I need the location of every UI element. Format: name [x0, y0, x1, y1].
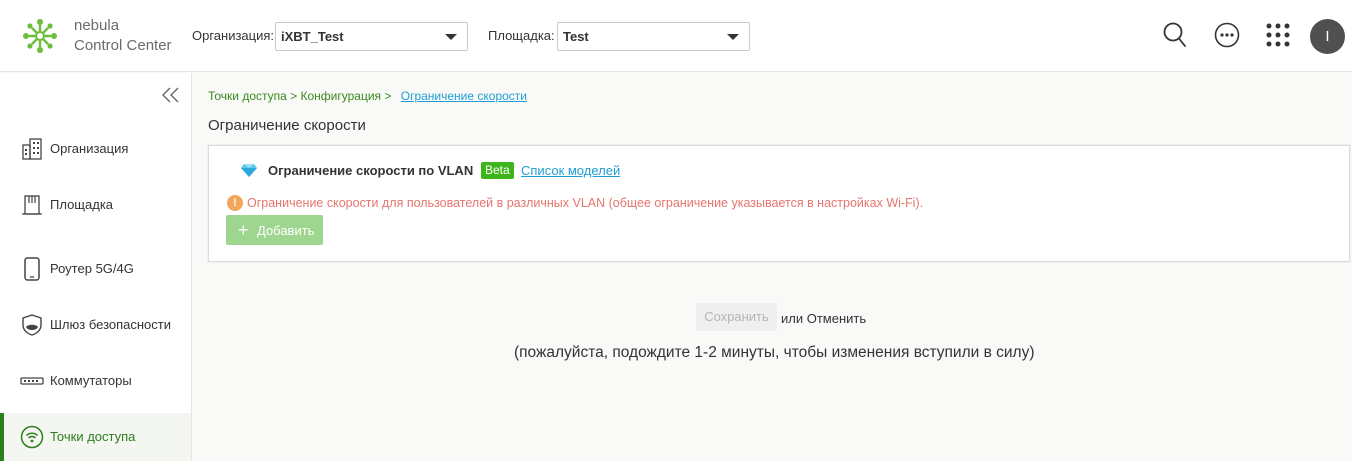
breadcrumb-current[interactable]: Ограничение скорости	[401, 89, 527, 103]
plus-icon: +	[238, 220, 249, 240]
beta-badge: Beta	[481, 162, 514, 179]
model-list-link[interactable]: Список моделей	[521, 163, 620, 178]
sidebar: Организация Площадка Роутер 5G/4G Шлюз б…	[0, 73, 192, 461]
diamond-icon	[241, 164, 257, 177]
breadcrumb-separator: >	[381, 89, 395, 103]
apps-grid-icon[interactable]	[1263, 20, 1293, 50]
nebula-logo-icon[interactable]	[22, 18, 58, 54]
search-icon[interactable]	[1160, 20, 1190, 50]
org-select-value: iXBT_Test	[281, 29, 344, 44]
org-select[interactable]: iXBT_Test	[275, 22, 468, 51]
warning-text: Ограничение скорости для пользователей в…	[247, 196, 924, 210]
switch-icon	[20, 377, 44, 385]
sidebar-item-organization[interactable]: Организация	[0, 125, 191, 173]
sidebar-item-router[interactable]: Роутер 5G/4G	[0, 245, 191, 293]
logo-line-1: nebula	[74, 17, 120, 34]
sidebar-item-switches[interactable]: Коммутаторы	[0, 357, 191, 405]
sidebar-item-label: Точки доступа	[50, 429, 136, 444]
sidebar-item-label: Шлюз безопасности	[50, 317, 172, 332]
add-button-label: Добавить	[257, 223, 315, 238]
add-button[interactable]: + Добавить	[226, 215, 323, 245]
sidebar-item-label: Организация	[50, 141, 129, 156]
card-title: Ограничение скорости по VLAN	[268, 163, 474, 178]
breadcrumb-separator: >	[286, 89, 301, 103]
collapse-sidebar-icon[interactable]	[162, 87, 180, 103]
vlan-rate-limit-card: Ограничение скорости по VLAN Beta Список…	[208, 145, 1350, 262]
breadcrumb-configuration[interactable]: Конфигурация	[301, 89, 382, 103]
chevron-down-icon	[727, 34, 739, 40]
shield-icon	[22, 314, 42, 336]
sidebar-item-security-gateway[interactable]: Шлюз безопасности	[0, 301, 191, 349]
site-label: Площадка:	[488, 28, 555, 43]
sidebar-item-site[interactable]: Площадка	[0, 181, 191, 229]
sidebar-item-access-points[interactable]: Точки доступа	[0, 413, 191, 461]
sidebar-item-label: Площадка	[50, 197, 114, 212]
save-button[interactable]: Сохранить	[696, 303, 777, 331]
page-title: Ограничение скорости	[208, 117, 366, 134]
chevron-down-icon	[445, 34, 457, 40]
site-icon	[22, 195, 42, 215]
app-logo-text: nebula Control Center	[74, 16, 172, 56]
more-options-icon[interactable]	[1212, 20, 1242, 50]
warning-icon: !	[227, 195, 243, 211]
logo-line-2: Control Center	[74, 37, 172, 54]
wifi-icon	[20, 425, 44, 449]
breadcrumb: Точки доступа > Конфигурация > Ограничен…	[208, 89, 527, 103]
wait-note: (пожалуйста, подождите 1-2 минуты, чтобы…	[514, 344, 1035, 361]
sidebar-item-label: Роутер 5G/4G	[50, 261, 134, 276]
breadcrumb-access-points[interactable]: Точки доступа	[208, 89, 287, 103]
site-select-value: Test	[563, 29, 589, 44]
sidebar-item-label: Коммутаторы	[50, 373, 132, 388]
building-icon	[22, 138, 42, 160]
site-select[interactable]: Test	[557, 22, 750, 51]
org-label: Организация:	[192, 28, 275, 43]
top-header: nebula Control Center Организация: iXBT_…	[0, 0, 1352, 72]
phone-router-icon	[24, 257, 40, 281]
user-avatar[interactable]: I	[1310, 19, 1345, 54]
cancel-link[interactable]: или Отменить	[781, 311, 866, 326]
